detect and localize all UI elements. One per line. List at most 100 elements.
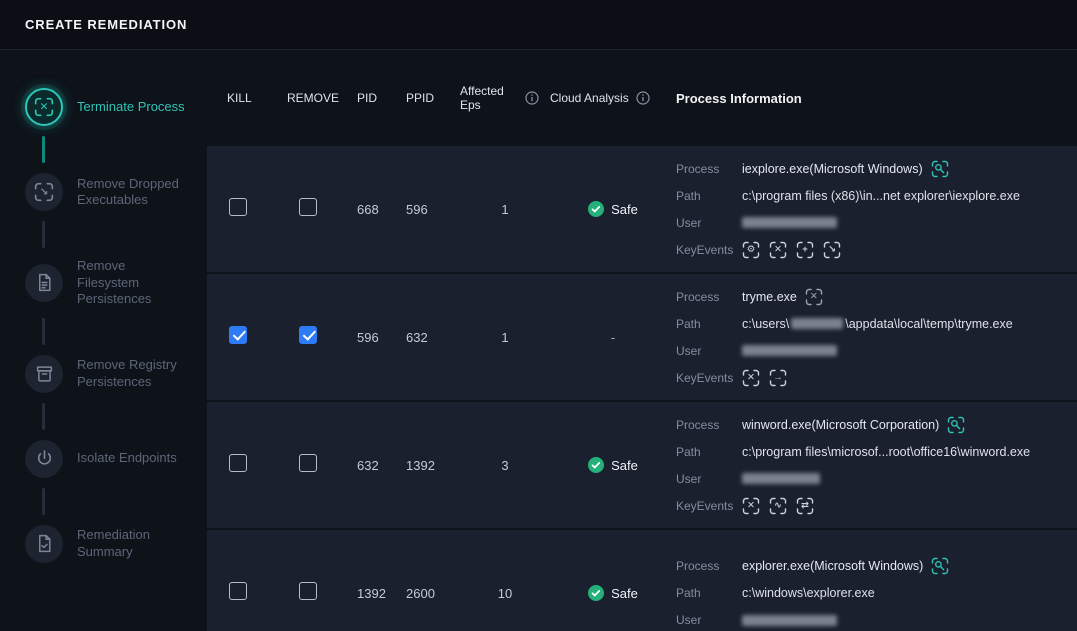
page-title: CREATE REMEDIATION (25, 17, 187, 32)
step-label-remove-dropped-executables: Remove Dropped Executables (77, 176, 189, 209)
col-process-information: Process Information (676, 91, 1077, 106)
table-row: 668 596 1 Safe Process iexplore.exe(Micr… (207, 146, 1077, 272)
cloud-analysis-status: Safe (550, 457, 676, 473)
pid-value: 596 (357, 330, 406, 345)
process-analysis-icon[interactable] (931, 160, 949, 178)
step-remediation-summary[interactable]: Remediation Summary (25, 525, 207, 563)
process-label: Process (676, 162, 742, 176)
step-label-remove-filesystem-persistences: Remove Filesystem Persistences (77, 258, 189, 308)
remove-checkbox[interactable] (299, 454, 317, 472)
kill-checkbox[interactable] (229, 326, 247, 344)
affected-eps-value: 1 (460, 330, 550, 345)
cloud-analysis-info-icon[interactable] (636, 91, 650, 105)
stepper-connector (42, 478, 207, 525)
path-label: Path (676, 317, 742, 331)
cloud-analysis-status: Safe (550, 201, 676, 217)
stepper-connector (42, 393, 207, 440)
safe-check-icon (588, 201, 604, 217)
keyevent-swap-arrows-icon[interactable]: ⇄ (796, 497, 814, 515)
col-kill: KILL (227, 91, 287, 105)
step-label-remediation-summary: Remediation Summary (77, 527, 189, 560)
step-remove-filesystem-persistences[interactable]: Remove Filesystem Persistences (25, 258, 207, 308)
redacted-username (791, 318, 843, 329)
user-label: User (676, 344, 742, 358)
keyevent-process-add-icon[interactable]: + (796, 241, 814, 259)
process-name: tryme.exe (742, 290, 797, 304)
pid-value: 668 (357, 202, 406, 217)
remove-checkbox[interactable] (299, 326, 317, 344)
step-label-isolate-endpoints: Isolate Endpoints (77, 450, 177, 467)
process-terminate-icon[interactable]: ✕ (805, 288, 823, 306)
stepper-connector (42, 308, 207, 355)
step-terminate-process[interactable]: ✕ Terminate Process (25, 88, 207, 126)
path-label: Path (676, 189, 742, 203)
table-row: 632 1392 3 Safe Process winword.exe(Micr… (207, 402, 1077, 528)
path-label: Path (676, 586, 742, 600)
cloud-analysis-status: - (550, 330, 676, 345)
keyevent-process-gear-icon[interactable]: ⚙ (742, 241, 760, 259)
remove-checkbox[interactable] (299, 198, 317, 216)
process-information: Process winword.exe(Microsoft Corporatio… (676, 411, 1077, 519)
kill-checkbox[interactable] (229, 454, 247, 472)
table-header: KILL REMOVE PID PPID Affected Eps Cloud … (207, 50, 1077, 146)
path-value: c:\users\ \appdata\local\temp\tryme.exe (742, 317, 1013, 331)
step-label-remove-registry-persistences: Remove Registry Persistences (77, 357, 189, 390)
remove-checkbox[interactable] (299, 582, 317, 600)
path-value: c:\program files (x86)\in...net explorer… (742, 189, 1020, 203)
keyevents-label: KeyEvents (676, 243, 742, 257)
registry-drawer-icon (35, 364, 54, 383)
pid-value: 1392 (357, 586, 406, 601)
keyevent-process-x-icon[interactable]: ✕ (742, 369, 760, 387)
step-remove-dropped-executables[interactable]: ↘ Remove Dropped Executables (25, 173, 207, 211)
affected-eps-info-icon[interactable] (525, 91, 539, 105)
keyevent-process-x-icon[interactable]: ✕ (769, 241, 787, 259)
kill-checkbox[interactable] (229, 198, 247, 216)
affected-eps-value: 10 (460, 586, 550, 601)
path-label: Path (676, 445, 742, 459)
redacted-user-value (742, 473, 820, 484)
process-label: Process (676, 559, 742, 573)
remove-dropped-executables-icon: ↘ (34, 182, 54, 202)
path-value: c:\program files\microsof...root\office1… (742, 445, 1030, 459)
user-label: User (676, 472, 742, 486)
path-value: c:\windows\explorer.exe (742, 586, 875, 600)
summary-document-icon (35, 534, 54, 553)
process-analysis-icon[interactable] (931, 557, 949, 575)
process-information: Process iexplore.exe(Microsoft Windows) … (676, 155, 1077, 263)
col-affected-eps: Affected Eps (460, 84, 550, 112)
keyevent-process-x-icon[interactable]: ✕ (742, 497, 760, 515)
col-remove: REMOVE (287, 91, 357, 105)
redacted-user-value (742, 217, 837, 228)
step-isolate-endpoints[interactable]: Isolate Endpoints (25, 440, 207, 478)
isolate-power-icon (35, 449, 54, 468)
redacted-user-value (742, 615, 837, 626)
process-analysis-icon[interactable] (947, 416, 965, 434)
stepper-connector (42, 126, 207, 173)
user-label: User (676, 216, 742, 230)
step-remove-registry-persistences[interactable]: Remove Registry Persistences (25, 355, 207, 393)
ppid-value: 2600 (406, 586, 460, 601)
keyevent-process-pulse-icon[interactable]: ∿ (769, 497, 787, 515)
keyevent-process-export-icon[interactable]: ↘ (823, 241, 841, 259)
safe-check-icon (588, 457, 604, 473)
affected-eps-value: 1 (460, 202, 550, 217)
user-label: User (676, 613, 742, 627)
ppid-value: 632 (406, 330, 460, 345)
affected-eps-value: 3 (460, 458, 550, 473)
process-name: explorer.exe(Microsoft Windows) (742, 559, 923, 573)
table-row: 1392 2600 10 Safe Process explorer.exe(M… (207, 530, 1077, 631)
process-name: winword.exe(Microsoft Corporation) (742, 418, 939, 432)
keyevent-process-transfer-icon[interactable]: → (769, 369, 787, 387)
terminate-process-icon: ✕ (34, 97, 54, 117)
keyevents-label: KeyEvents (676, 371, 742, 385)
filesystem-document-icon (35, 273, 54, 292)
kill-checkbox[interactable] (229, 582, 247, 600)
ppid-value: 1392 (406, 458, 460, 473)
step-label-terminate-process: Terminate Process (77, 99, 185, 116)
col-cloud-analysis: Cloud Analysis (550, 91, 676, 105)
remediation-stepper: ✕ Terminate Process ↘ Remove Dropped Exe… (0, 50, 207, 631)
cloud-analysis-status: Safe (550, 585, 676, 601)
col-pid: PID (357, 91, 406, 105)
process-information: Process explorer.exe(Microsoft Windows) … (676, 553, 1077, 631)
process-name: iexplore.exe(Microsoft Windows) (742, 162, 923, 176)
